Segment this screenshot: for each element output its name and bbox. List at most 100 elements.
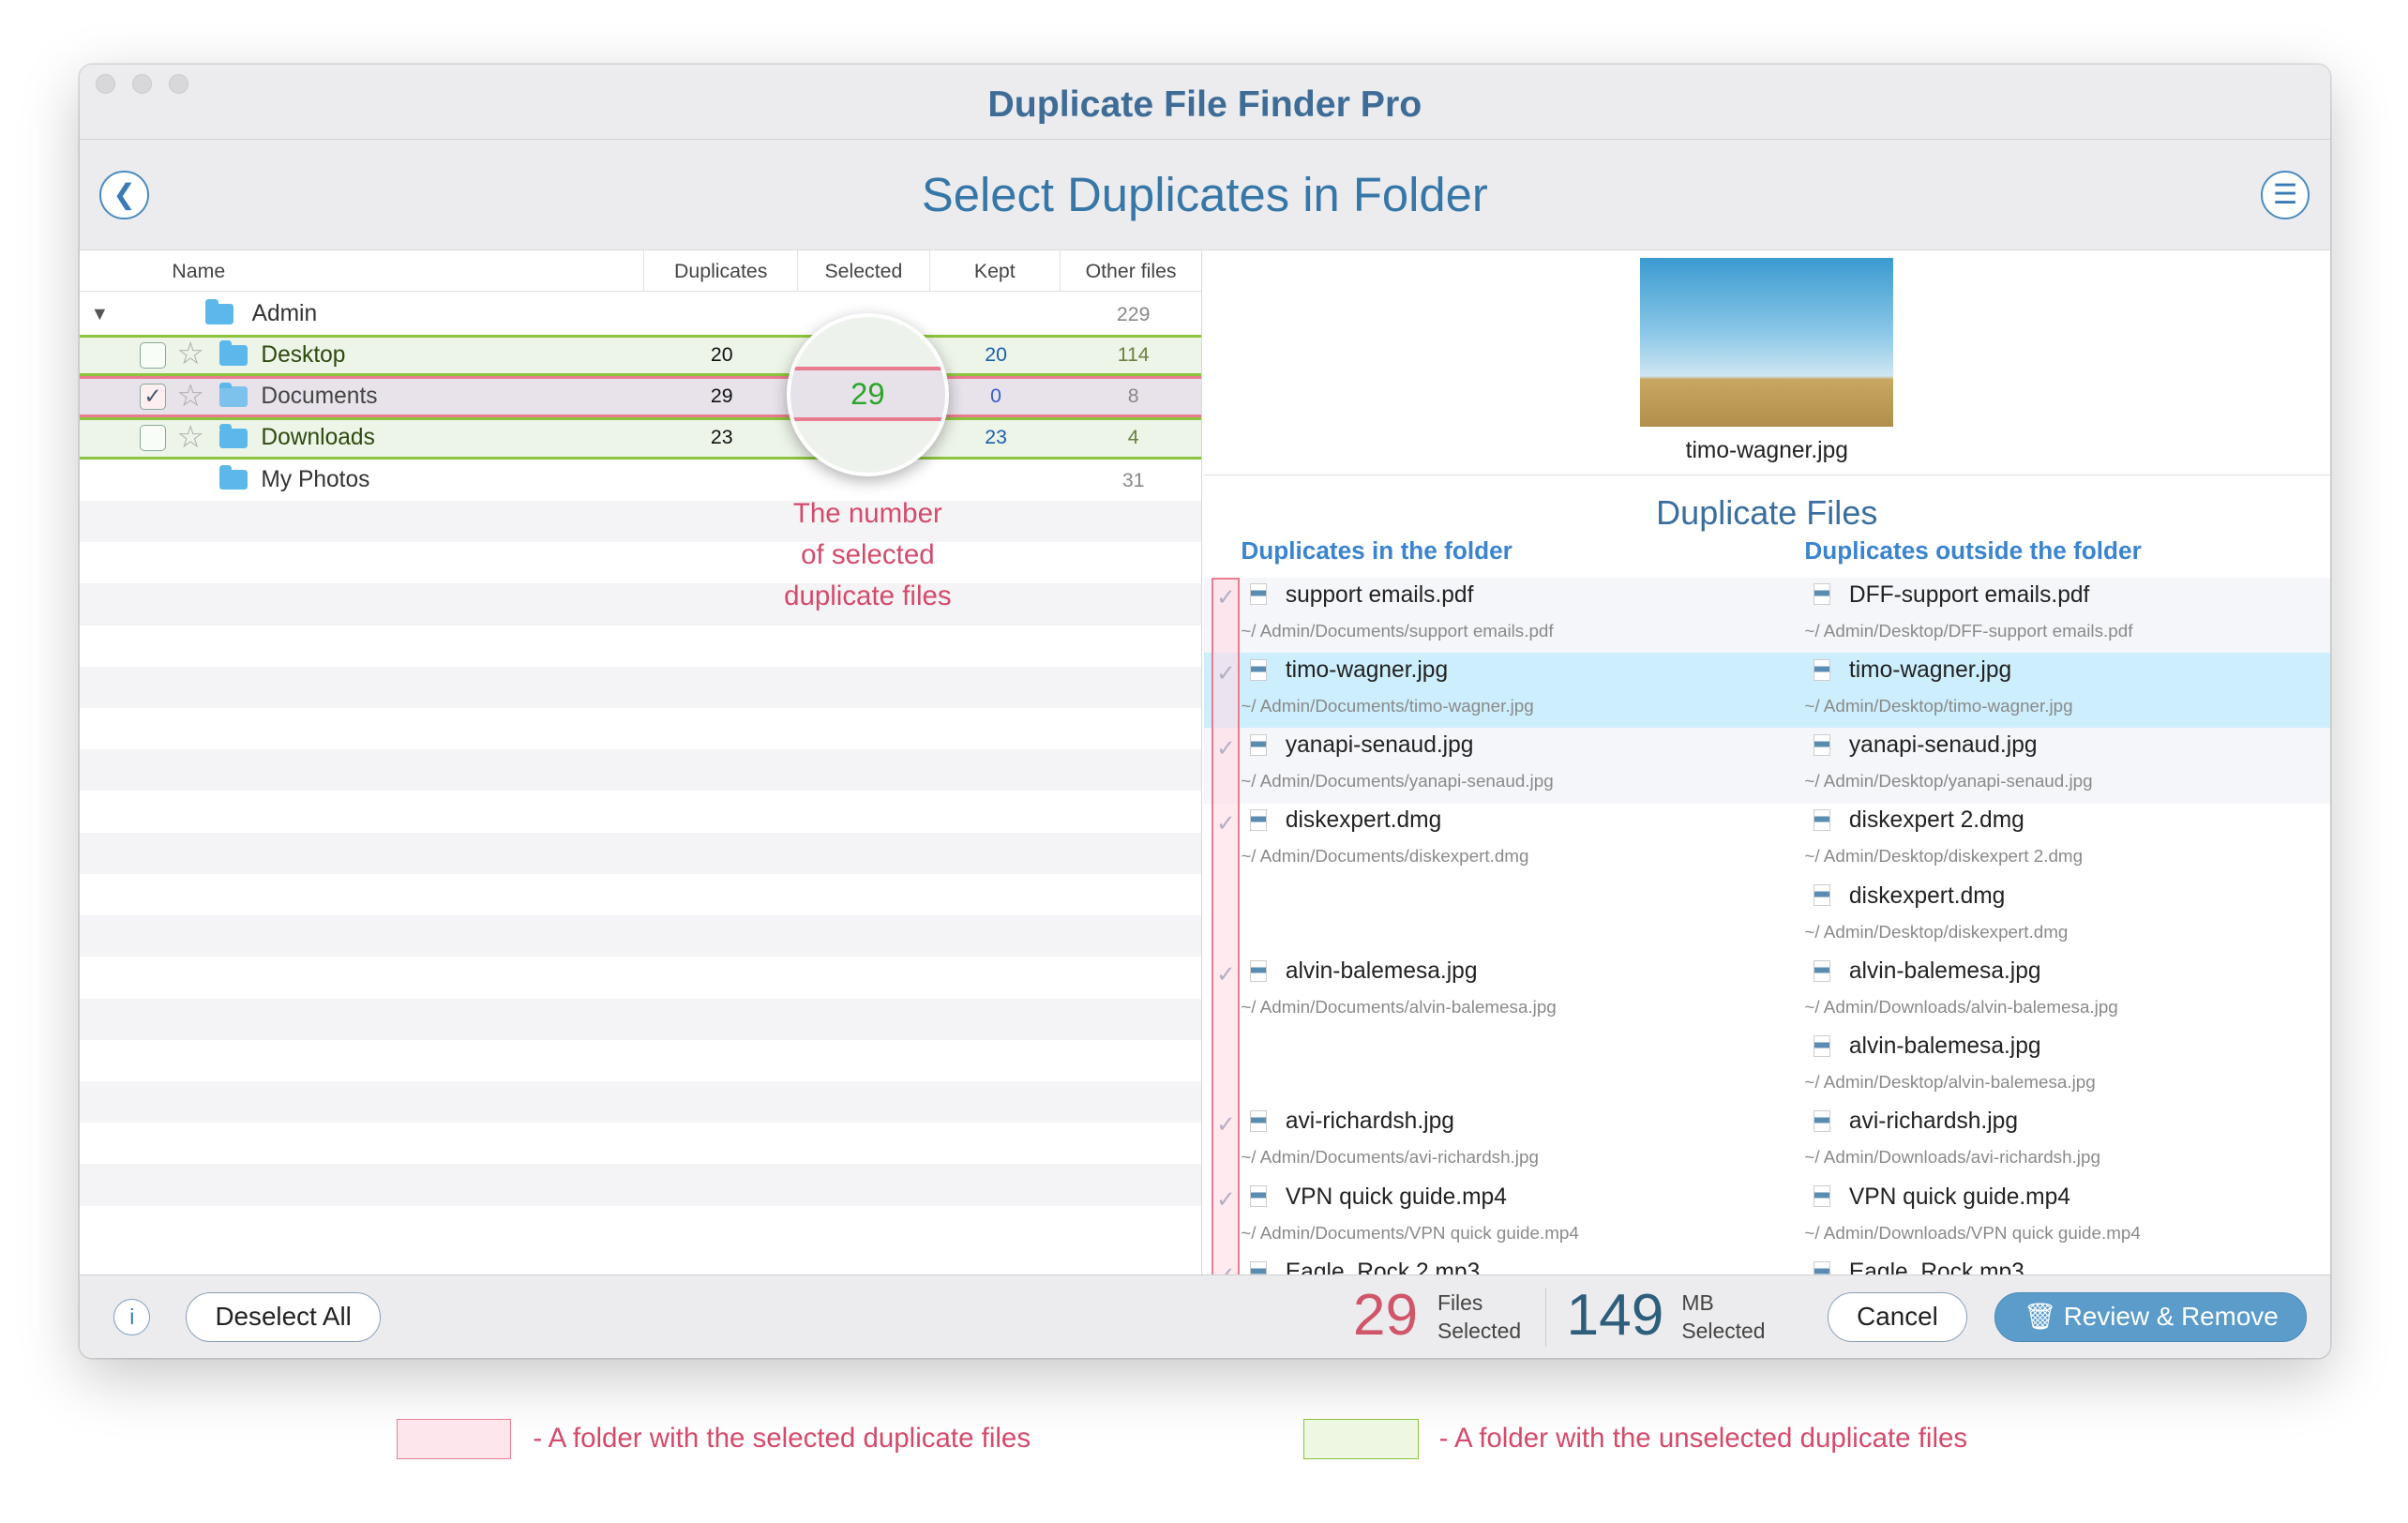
info-icon[interactable]: i [113, 1298, 151, 1336]
outside-file-path: ~/ Admin/Desktop/DFF-support emails.pdf [1804, 620, 2133, 641]
duplicate-group[interactable]: ✓ alvin-balemesa.jpg ~/ Admin/Documents/… [1204, 954, 2330, 1105]
table-empty-row [80, 1081, 1202, 1123]
outside-file-name: DFF-support emails.pdf [1848, 581, 2090, 608]
folder-icon [219, 465, 248, 490]
table-header: Name Duplicates Selected Kept Other file… [80, 249, 1202, 293]
col-duplicates[interactable]: Duplicates [644, 249, 799, 292]
annotation-line: of selected [801, 538, 935, 570]
review-remove-label: Review & Remove [2063, 1302, 2279, 1332]
outside-file-path: ~/ Admin/Downloads/avi-richardsh.jpg [1804, 1147, 2100, 1168]
other-count: 114 [1117, 343, 1150, 367]
outside-file-path: ~/ Admin/Desktop/yanapi-senaud.jpg [1804, 771, 2093, 792]
review-remove-button[interactable]: 🗑 Review & Remove [1994, 1292, 2307, 1342]
files-selected-count: 29 [1352, 1283, 1419, 1349]
file-path: ~/ Admin/Documents/support emails.pdf [1241, 620, 1554, 641]
annotation-line: The number [792, 497, 942, 529]
table-row[interactable]: ✓ ☆ Documents 29 0 8 [80, 376, 1202, 418]
duplicate-group[interactable]: ✓ yanapi-senaud.jpg ~/ Admin/Documents/y… [1204, 728, 2330, 804]
other-count: 31 [1121, 468, 1145, 491]
file-icon [1250, 583, 1268, 606]
outside-file-path: ~/ Admin/Desktop/alvin-balemesa.jpg [1804, 1072, 2096, 1093]
image-preview [1640, 258, 1894, 428]
row-checkbox[interactable] [140, 425, 166, 452]
outside-file-name: avi-richardsh.jpg [1848, 1108, 2018, 1135]
file-icon [1250, 959, 1268, 982]
other-count: 8 [1127, 385, 1139, 408]
col-selected[interactable]: Selected [798, 249, 930, 292]
label-line: Selected [1681, 1318, 1766, 1343]
table-row[interactable]: ☆ Downloads 23 23 4 [80, 417, 1202, 460]
file-name: support emails.pdf [1285, 581, 1474, 608]
duplicate-group[interactable]: ✓ VPN quick guide.mp4 ~/ Admin/Documents… [1204, 1179, 2330, 1256]
window-controls[interactable] [95, 73, 189, 94]
col-name[interactable]: Name [80, 249, 645, 292]
file-icon [1250, 809, 1268, 832]
file-icon [1250, 1110, 1268, 1133]
divider [1544, 1288, 1546, 1347]
file-icon [1250, 658, 1268, 681]
table-empty-row [80, 998, 1202, 1040]
col-outside-folder: Duplicates outside the folder [1804, 535, 2142, 565]
app-title: Duplicate File Finder Pro [987, 83, 1422, 125]
cancel-button[interactable]: Cancel [1827, 1292, 1967, 1342]
annotation-line: duplicate files [784, 581, 952, 612]
magnifier-callout: 29 [786, 313, 950, 476]
duplicates-count: 20 [710, 343, 733, 367]
col-in-folder: Duplicates in the folder [1241, 535, 1513, 565]
star-icon[interactable]: ☆ [176, 378, 203, 414]
duplicate-group[interactable]: ✓ timo-wagner.jpg ~/ Admin/Documents/tim… [1204, 653, 2330, 729]
folder-name: Desktop [261, 342, 346, 369]
magnified-selected-count: 29 [850, 376, 885, 412]
folder-name: Documents [261, 384, 378, 410]
file-icon [1814, 583, 1831, 606]
duplicate-group[interactable]: ✓ diskexpert.dmg ~/ Admin/Documents/disk… [1204, 803, 2330, 955]
file-path: ~/ Admin/Documents/timo-wagner.jpg [1241, 695, 1534, 716]
folder-icon [219, 382, 248, 407]
table-row[interactable]: ☆ Desktop 20 20 114 [80, 335, 1202, 377]
row-checkbox[interactable] [140, 341, 166, 369]
table-empty-row [80, 915, 1202, 958]
folder-icon [219, 423, 248, 448]
duplicate-group[interactable]: ✓ Eagle_Rock 2.mp3 Eagle_Rock.mp3 [1204, 1255, 2330, 1275]
title-bar: Duplicate File Finder Pro [80, 64, 2330, 141]
table-empty-row [80, 1164, 1202, 1206]
col-other-files[interactable]: Other files [1061, 250, 1202, 291]
minimize-button[interactable] [131, 73, 153, 94]
kept-count: 23 [985, 426, 1007, 449]
zoom-button[interactable] [169, 73, 189, 94]
folder-name: Downloads [261, 425, 375, 451]
other-count: 229 [1116, 302, 1151, 325]
menu-button[interactable]: ☰ [2260, 170, 2310, 220]
row-checkbox-checked[interactable]: ✓ [140, 384, 166, 410]
outside-file-name: Eagle_Rock.mp3 [1848, 1259, 2024, 1275]
file-icon [1814, 1185, 1831, 1208]
file-icon [1814, 884, 1831, 907]
file-icon [1814, 1260, 1831, 1275]
star-icon[interactable]: ☆ [176, 336, 203, 371]
table-row[interactable]: ▼ Admin 229 [80, 294, 1201, 335]
folder-name: My Photos [261, 466, 370, 492]
duplicate-group[interactable]: ✓ avi-richardsh.jpg ~/ Admin/Documents/a… [1204, 1104, 2330, 1180]
col-kept[interactable]: Kept [930, 249, 1061, 292]
disclosure-triangle-icon[interactable]: ▼ [91, 294, 109, 335]
deselect-all-button[interactable]: Deselect All [186, 1292, 382, 1342]
outside-file-path: ~/ Admin/Desktop/diskexpert.dmg [1804, 921, 2069, 942]
table-row[interactable]: My Photos 31 [80, 460, 1201, 501]
file-name: Eagle_Rock 2.mp3 [1285, 1259, 1481, 1275]
folder-name: Admin [251, 300, 318, 326]
mb-selected-label: MB Selected [1681, 1289, 1765, 1345]
duplicate-group[interactable]: ✓ support emails.pdf ~/ Admin/Documents/… [1204, 577, 2330, 654]
file-name: avi-richardsh.jpg [1285, 1108, 1454, 1135]
legend-unselected: - A folder with the unselected duplicate… [1438, 1422, 1968, 1454]
outside-file-name: diskexpert 2.dmg [1848, 807, 2024, 834]
outside-file-name: alvin-balemesa.jpg [1848, 1033, 2041, 1060]
duplicates-panel: timo-wagner.jpg Duplicate Files Duplicat… [1204, 249, 2330, 1275]
legend-swatch-selected [396, 1419, 512, 1459]
back-button[interactable]: ❮ [99, 170, 149, 220]
kept-count: 0 [990, 385, 1001, 408]
app-window: Duplicate File Finder Pro ❮ Select Dupli… [80, 64, 2330, 1358]
close-button[interactable] [95, 73, 115, 94]
chevron-left-icon: ❮ [113, 179, 136, 211]
star-icon[interactable]: ☆ [176, 419, 203, 455]
label-line: Selected [1437, 1318, 1522, 1343]
